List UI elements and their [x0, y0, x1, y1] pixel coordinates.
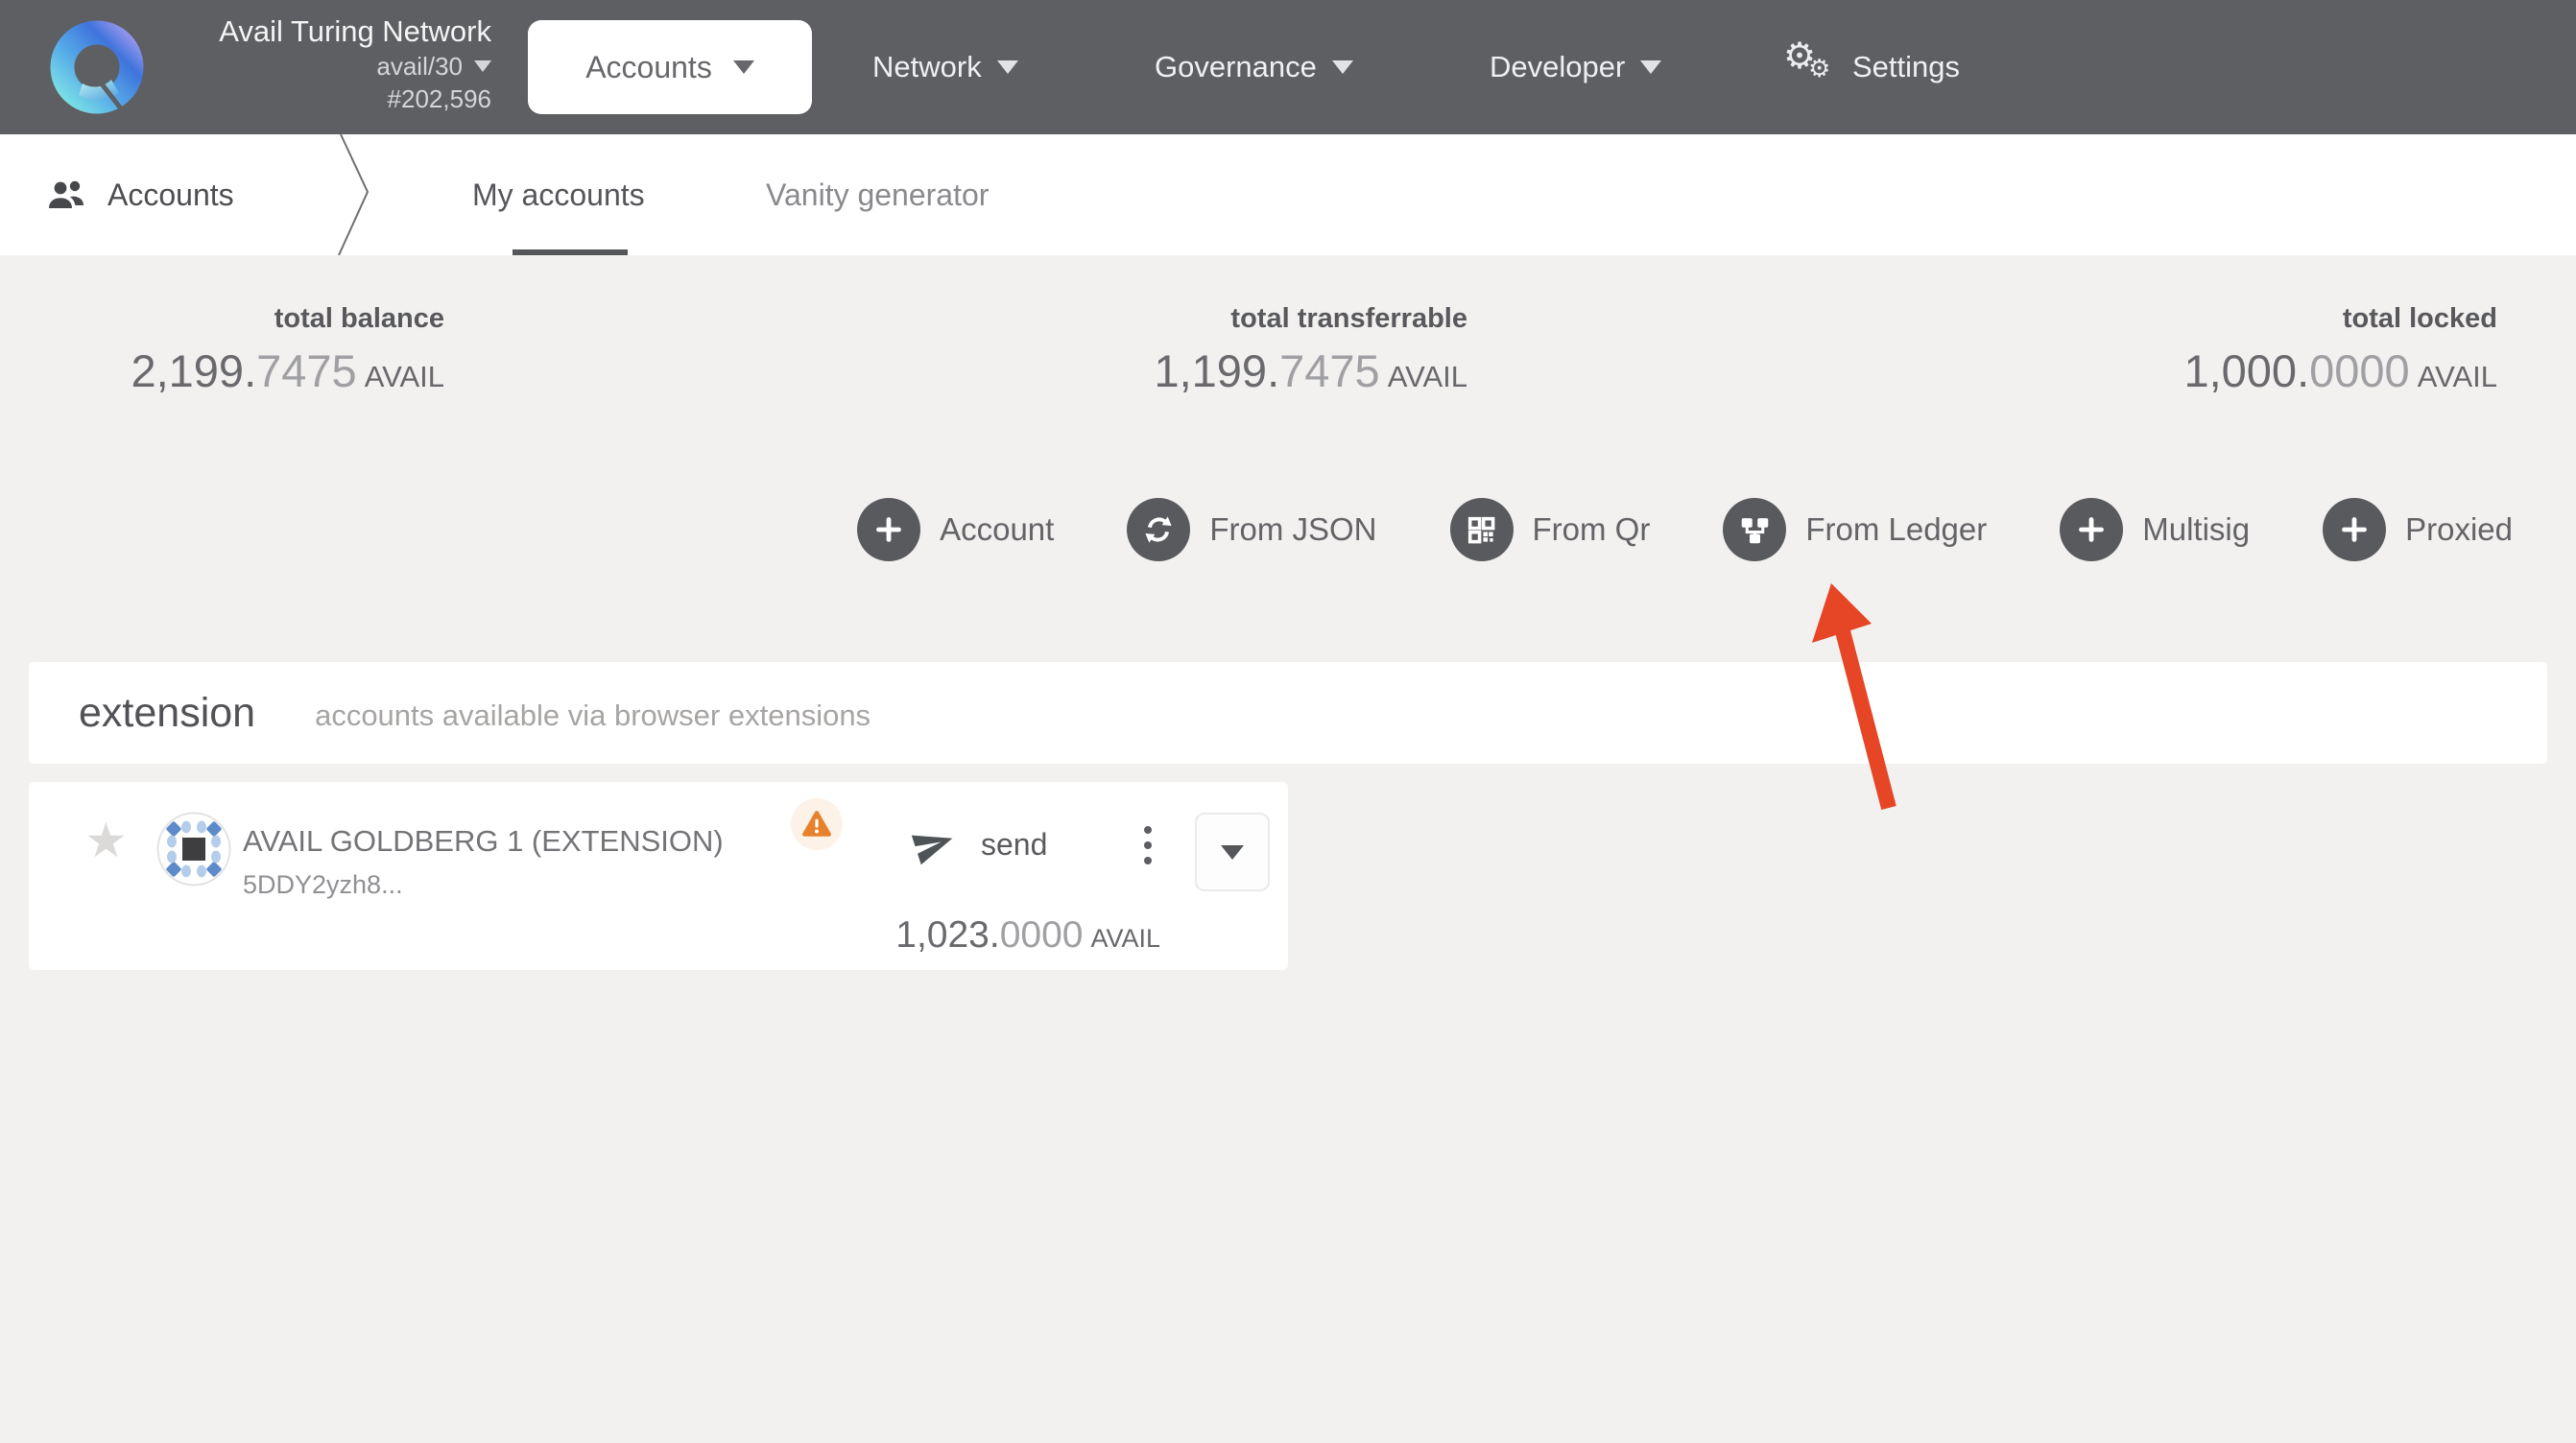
expand-details-button[interactable] — [1195, 813, 1270, 891]
send-label: send — [981, 826, 1048, 862]
add-proxied-label: Proxied — [2405, 511, 2513, 547]
account-balance: 1,023.0000 AVAIL — [895, 914, 1160, 957]
summary-total-balance: total balance 2,199.7475 AVAIL — [131, 303, 444, 397]
qr-code-icon — [1449, 498, 1514, 561]
summary-label: total locked — [2342, 303, 2497, 334]
chevron-down-icon — [1221, 844, 1244, 860]
sub-navigation: Accounts My accounts Vanity generator — [0, 134, 2576, 255]
sitemap-icon — [1723, 498, 1787, 561]
users-icon — [49, 180, 83, 208]
favorite-star-icon[interactable]: ★ — [84, 816, 128, 864]
chain-name: Avail Turing Network — [219, 14, 491, 48]
nav-item-accounts-active[interactable]: Accounts — [528, 20, 812, 114]
plus-icon — [2060, 498, 2124, 561]
from-json-button[interactable]: From JSON — [1127, 498, 1377, 561]
extension-group-subtitle: accounts available via browser extension… — [315, 698, 871, 732]
chevron-down-icon — [474, 60, 491, 72]
summary-total-locked: total locked 1,000.0000 AVAIL — [2183, 303, 2497, 397]
nav-governance-label: Governance — [1155, 50, 1317, 83]
extension-group-title: extension — [79, 689, 256, 736]
send-button[interactable]: send — [911, 822, 1048, 866]
add-account-label: Account — [940, 511, 1055, 547]
nav-item-governance[interactable]: Governance — [1155, 0, 1353, 134]
chain-spec-row[interactable]: avail/30 — [154, 50, 491, 83]
from-ledger-label: From Ledger — [1805, 511, 1988, 547]
summary-value: 1,199.7475 AVAIL — [1154, 344, 1467, 397]
chevron-down-icon — [1640, 60, 1662, 74]
warning-badge[interactable] — [791, 798, 843, 850]
chevron-down-icon — [732, 60, 754, 74]
from-qr-button[interactable]: From Qr — [1449, 498, 1651, 561]
add-multisig-label: Multisig — [2142, 511, 2251, 547]
tab-vanity-label: Vanity generator — [766, 177, 990, 212]
avail-logo-icon[interactable] — [50, 20, 144, 114]
section-divider — [338, 134, 370, 255]
balance-int: 1,199. — [1154, 345, 1280, 396]
section-accounts: Accounts — [46, 134, 234, 255]
chain-info: Avail Turing Network avail/30 #202,596 — [154, 13, 491, 115]
paper-plane-icon — [911, 835, 953, 865]
balance-unit: AVAIL — [364, 360, 444, 393]
account-address[interactable]: 5DDY2yzh8... — [243, 870, 403, 900]
block-number: #202,596 — [387, 84, 491, 113]
summary-value: 2,199.7475 AVAIL — [131, 344, 444, 397]
summary-label: total transferrable — [1230, 303, 1467, 334]
nav-item-developer[interactable]: Developer — [1490, 0, 1662, 134]
balance-frac: 7475 — [256, 345, 357, 396]
tab-my-accounts[interactable]: My accounts — [472, 134, 645, 255]
balance-int: 1,023. — [895, 914, 1000, 956]
account-identicon[interactable] — [156, 812, 231, 887]
balance-frac: 7475 — [1279, 345, 1380, 396]
balance-frac: 0000 — [999, 914, 1084, 956]
balance-int: 2,199. — [131, 345, 257, 396]
plus-icon — [2323, 498, 2387, 561]
from-qr-label: From Qr — [1532, 511, 1651, 547]
top-header: Avail Turing Network avail/30 #202,596 A… — [0, 0, 2576, 134]
chevron-down-icon — [996, 60, 1018, 74]
nav-developer-label: Developer — [1490, 50, 1626, 83]
active-tab-underline — [513, 249, 628, 255]
plus-icon — [857, 498, 921, 561]
add-account-button[interactable]: Account — [857, 498, 1054, 561]
add-proxied-button[interactable]: Proxied — [2323, 498, 2513, 561]
add-multisig-button[interactable]: Multisig — [2060, 498, 2250, 561]
balance-frac: 0000 — [2309, 345, 2410, 396]
balance-unit: AVAIL — [1387, 360, 1467, 393]
balance-int: 1,000. — [2183, 345, 2310, 396]
tab-my-accounts-label: My accounts — [472, 177, 645, 212]
tab-vanity-generator[interactable]: Vanity generator — [766, 134, 989, 255]
nav-network-label: Network — [872, 50, 982, 83]
more-options-ellipsis-icon[interactable] — [1144, 826, 1152, 864]
account-actions-toolbar: Account From JSON From Qr From Ledger Mu… — [857, 498, 2513, 561]
chevron-down-icon — [1331, 60, 1353, 74]
from-json-label: From JSON — [1209, 511, 1377, 547]
chain-spec: avail/30 — [376, 52, 463, 81]
balance-unit: AVAIL — [1090, 924, 1160, 953]
summary-label: total balance — [274, 303, 444, 334]
nav-item-network[interactable]: Network — [872, 0, 1018, 134]
account-name[interactable]: AVAIL GOLDBERG 1 (EXTENSION) — [243, 824, 724, 859]
account-card: ★ AVAIL GOLDBERG 1 (EXTENSION) 5DDY2yzh8… — [29, 782, 1288, 970]
nav-item-settings[interactable]: ⚙ ⚙ Settings — [1783, 0, 1960, 134]
summary-total-transferrable: total transferrable 1,199.7475 AVAIL — [1154, 303, 1467, 397]
sync-icon — [1127, 498, 1191, 561]
accounts-page: Avail Turing Network avail/30 #202,596 A… — [0, 0, 2576, 1443]
summary-value: 1,000.0000 AVAIL — [2183, 344, 2497, 397]
warning-triangle-icon — [802, 811, 831, 837]
gear-icon: ⚙ ⚙ — [1783, 36, 1831, 83]
section-label: Accounts — [107, 177, 234, 212]
nav-accounts-label: Accounts — [585, 49, 712, 84]
nav-settings-label: Settings — [1852, 50, 1961, 83]
balance-unit: AVAIL — [2417, 360, 2497, 393]
from-ledger-button[interactable]: From Ledger — [1723, 498, 1987, 561]
extension-group-panel: extension accounts available via browser… — [29, 662, 2547, 764]
